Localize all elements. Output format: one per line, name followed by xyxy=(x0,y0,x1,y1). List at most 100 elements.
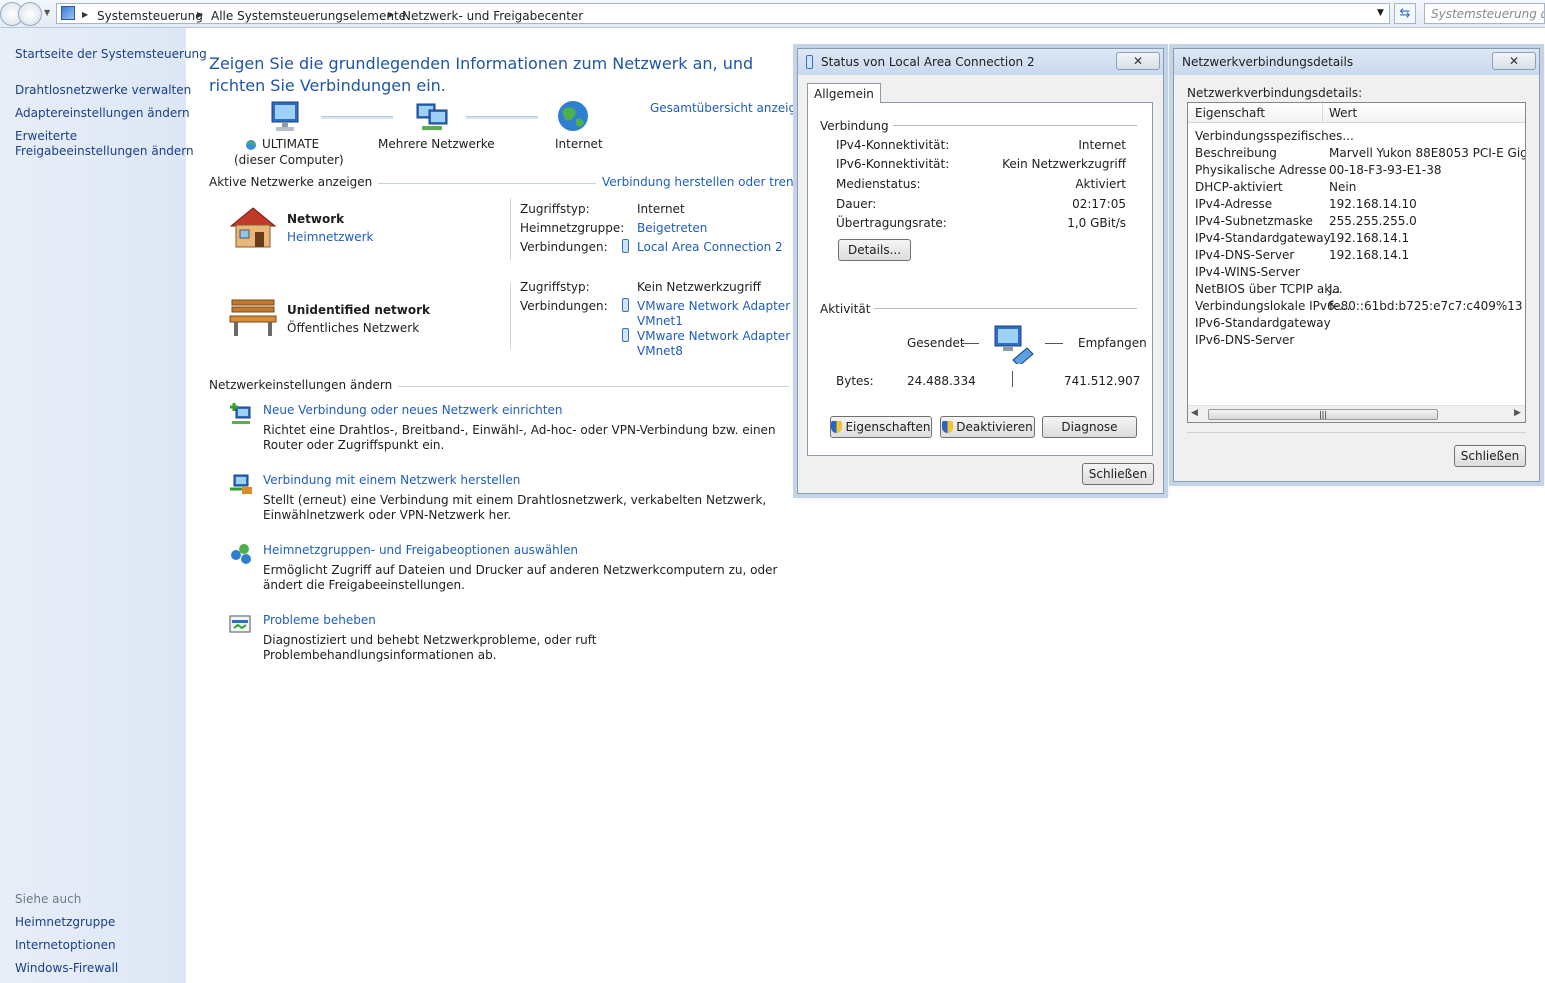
access-type-value: Kein Netzwerkzugriff xyxy=(637,280,761,294)
network-activity-icon xyxy=(994,325,1034,364)
scroll-right-icon[interactable]: ▶ xyxy=(1514,408,1521,418)
sidebar-item-wireless[interactable]: Drahtlosnetzwerke verwalten xyxy=(15,83,191,98)
listview-cell-value[interactable]: Nein xyxy=(1329,180,1356,194)
column-header-value[interactable]: Wert xyxy=(1329,106,1357,120)
listview-cell-property[interactable]: IPv4-Standardgateway xyxy=(1195,231,1331,245)
listview-cell-property[interactable]: IPv4-DNS-Server xyxy=(1195,248,1294,262)
computer-sub: (dieser Computer) xyxy=(234,153,344,167)
task-link-troubleshoot[interactable]: Probleme beheben xyxy=(263,613,376,627)
chevron-down-icon[interactable]: ▼ xyxy=(1377,8,1384,18)
task-desc: Richtet eine Drahtlos-, Breitband-, Einw… xyxy=(263,423,776,452)
chevron-right-icon: ▶ xyxy=(388,10,395,19)
duration-label: Dauer: xyxy=(836,197,877,211)
access-type-label: Zugriffstyp: xyxy=(520,202,590,216)
connection-link[interactable]: VMware Network Adapter xyxy=(637,299,790,313)
listview-cell-property[interactable]: Beschreibung xyxy=(1195,146,1277,160)
details-caption: Netzwerkverbindungsdetails: xyxy=(1187,86,1363,100)
column-header-property[interactable]: Eigenschaft xyxy=(1195,106,1265,120)
network-name: Network xyxy=(287,212,345,226)
close-icon[interactable]: ✕ xyxy=(1492,52,1536,70)
close-icon[interactable]: ✕ xyxy=(1116,52,1160,70)
forward-button[interactable] xyxy=(18,2,42,26)
listview-cell-property[interactable]: NetBIOS über TCPIP ak... xyxy=(1195,282,1343,296)
address-bar: ▼ ▶ Systemsteuerung ▶ Alle Systemsteueru… xyxy=(0,0,1545,28)
breadcrumb-item[interactable]: Netzwerk- und Freigabecenter xyxy=(402,9,583,23)
listview-cell-property[interactable]: Verbindungsspezifisches... xyxy=(1195,129,1354,143)
task-link-new-connection[interactable]: Neue Verbindung oder neues Netzwerk einr… xyxy=(263,403,562,417)
connect-disconnect-link[interactable]: Verbindung herstellen oder trennen xyxy=(596,175,817,189)
listview-cell-property[interactable]: IPv4-Adresse xyxy=(1195,197,1272,211)
tab-general[interactable]: Allgemein xyxy=(807,83,881,103)
horizontal-scrollbar[interactable]: ◀ ||| ▶ xyxy=(1188,405,1525,422)
connection-link[interactable]: VMware Network Adapter xyxy=(637,329,790,343)
listview-cell-value[interactable]: 00-18-F3-93-E1-38 xyxy=(1329,163,1441,177)
access-type-label: Zugriffstyp: xyxy=(520,280,590,294)
access-type-value: Internet xyxy=(637,202,685,216)
details-dialog: Netzwerkverbindungsdetails ✕ Netzwerkver… xyxy=(1173,48,1540,482)
duration-value: 02:17:05 xyxy=(1072,197,1126,211)
listview-cell-property[interactable]: IPv4-WINS-Server xyxy=(1195,265,1300,279)
listview-cell-value[interactable]: 192.168.14.1 xyxy=(1329,248,1409,262)
task-link-connect[interactable]: Verbindung mit einem Netzwerk herstellen xyxy=(263,473,520,487)
listview-cell-value[interactable]: 192.168.14.1 xyxy=(1329,231,1409,245)
details-listview[interactable]: Eigenschaft Wert Verbindungsspezifisches… xyxy=(1187,102,1526,423)
troubleshoot-icon xyxy=(229,615,251,633)
column-divider[interactable] xyxy=(1322,103,1323,123)
house-icon xyxy=(229,207,277,248)
recent-pages-icon[interactable]: ▼ xyxy=(44,8,50,17)
connection-link[interactable]: VMnet1 xyxy=(637,314,683,328)
active-networks-title: Aktive Netzwerke anzeigen xyxy=(209,175,379,189)
breadcrumb-item[interactable]: Alle Systemsteuerungselemente xyxy=(211,9,406,23)
breadcrumb[interactable]: ▶ Systemsteuerung ▶ Alle Systemsteuerung… xyxy=(56,3,1390,24)
listview-cell-property[interactable]: Verbindungslokale IPv6-... xyxy=(1195,299,1350,313)
sidebar-item-adapter[interactable]: Adaptereinstellungen ändern xyxy=(15,106,190,121)
scroll-left-icon[interactable]: ◀ xyxy=(1191,408,1198,418)
status-dialog-title: Status von Local Area Connection 2 xyxy=(821,55,1035,69)
network-type-link[interactable]: Heimnetzwerk xyxy=(287,230,374,244)
ethernet-icon xyxy=(622,298,629,312)
sidebar-item-internet-options[interactable]: Internetoptionen xyxy=(15,938,116,953)
disable-button[interactable]: Deaktivieren xyxy=(940,416,1035,438)
status-dialog-titlebar[interactable]: Status von Local Area Connection 2 xyxy=(798,49,1163,75)
connection-link[interactable]: Local Area Connection 2 xyxy=(637,240,783,254)
listview-cell-property[interactable]: DHCP-aktiviert xyxy=(1195,180,1283,194)
details-button[interactable]: Details... xyxy=(838,239,911,261)
sidebar-item-advanced-sharing[interactable]: Erweiterte xyxy=(15,129,77,144)
sidebar-item-firewall[interactable]: Windows-Firewall xyxy=(15,961,118,976)
homegroup-link[interactable]: Beigetreten xyxy=(637,221,707,235)
listview-cell-value[interactable]: 255.255.255.0 xyxy=(1329,214,1417,228)
globe-small-icon xyxy=(245,139,259,151)
page-title: Zeigen Sie die grundlegenden Information… xyxy=(209,54,754,95)
details-dialog-titlebar[interactable]: Netzwerkverbindungsdetails xyxy=(1174,49,1539,75)
task-link-homegroup[interactable]: Heimnetzgruppen- und Freigabeoptionen au… xyxy=(263,543,578,557)
bytes-sent: 24.488.334 xyxy=(907,374,976,388)
close-button[interactable]: Schließen xyxy=(1082,463,1154,485)
media-status-value: Aktiviert xyxy=(1075,177,1126,191)
listview-cell-value[interactable]: 192.168.14.10 xyxy=(1329,197,1417,211)
properties-button[interactable]: Eigenschaften xyxy=(830,416,932,438)
uac-shield-icon xyxy=(831,421,843,433)
sidebar-item-home[interactable]: Startseite der Systemsteuerung xyxy=(15,47,207,62)
status-dialog: Status von Local Area Connection 2 ✕ All… xyxy=(797,48,1164,494)
sidebar-item-homegroup[interactable]: Heimnetzgruppe xyxy=(15,915,115,930)
listview-cell-property[interactable]: IPv6-Standardgateway xyxy=(1195,316,1331,330)
computer-icon xyxy=(271,101,299,131)
breadcrumb-item[interactable]: Systemsteuerung xyxy=(97,9,203,23)
search-input[interactable]: Systemsteuerung durc xyxy=(1424,3,1545,24)
close-button[interactable]: Schließen xyxy=(1454,445,1526,467)
connections-label: Verbindungen: xyxy=(520,299,608,313)
listview-cell-value[interactable]: fe80::61bd:b725:e7c7:c409%13 xyxy=(1329,299,1523,313)
listview-cell-property[interactable]: IPv6-DNS-Server xyxy=(1195,333,1294,347)
connection-link[interactable]: VMnet8 xyxy=(637,344,683,358)
listview-cell-value[interactable]: Ja xyxy=(1329,282,1340,296)
activity-group-title: Aktivität xyxy=(820,302,875,316)
sidebar-item-advanced-sharing-2[interactable]: Freigabeeinstellungen ändern xyxy=(15,144,194,159)
scrollbar-thumb[interactable]: ||| xyxy=(1208,409,1438,420)
listview-cell-value[interactable]: Marvell Yukon 88E8053 PCI-E Gigabit Eth xyxy=(1329,146,1525,160)
listview-cell-property[interactable]: Physikalische Adresse xyxy=(1195,163,1327,177)
full-map-link[interactable]: Gesamtübersicht anzeigen xyxy=(650,101,811,115)
connections-label: Verbindungen: xyxy=(520,240,608,254)
diagnose-button[interactable]: Diagnose xyxy=(1042,416,1137,438)
refresh-icon[interactable]: ⇆ xyxy=(1394,3,1416,24)
listview-cell-property[interactable]: IPv4-Subnetzmaske xyxy=(1195,214,1313,228)
